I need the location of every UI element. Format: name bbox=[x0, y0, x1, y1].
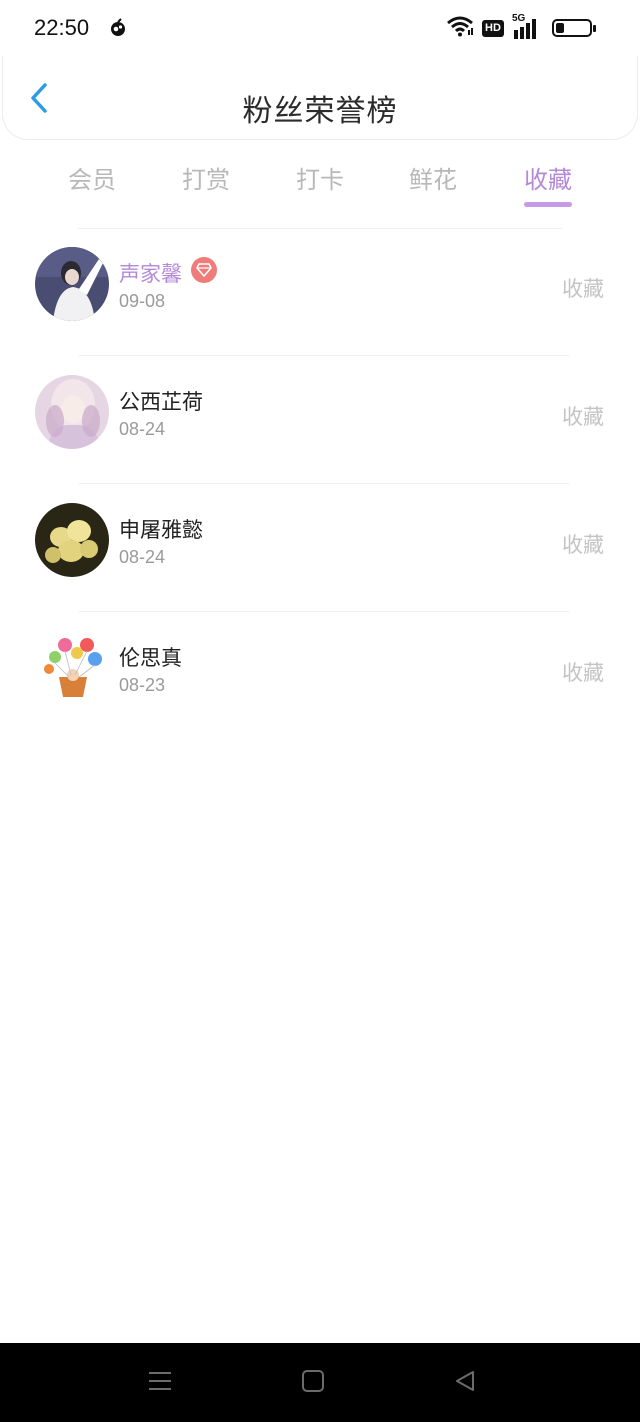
wifi-icon bbox=[446, 15, 474, 41]
list-item[interactable]: 声家馨 09-08 收藏 bbox=[0, 228, 640, 356]
battery-icon bbox=[552, 19, 596, 37]
fan-name: 伦思真 bbox=[119, 646, 182, 670]
list-item[interactable]: 伦思真 08-23 收藏 bbox=[0, 612, 640, 740]
tab-favorites[interactable]: 收藏 bbox=[524, 160, 572, 195]
balloons-basket-avatar bbox=[35, 631, 109, 705]
status-icons: HD 5G bbox=[446, 13, 540, 42]
5g-signal-icon: 5G bbox=[512, 13, 540, 40]
diamond-vip-icon bbox=[191, 257, 217, 283]
back-triangle-icon bbox=[453, 1369, 477, 1397]
fan-date: 08-24 bbox=[119, 419, 166, 439]
fan-name: 公西芷荷 bbox=[119, 390, 203, 414]
menu-button[interactable] bbox=[144, 1367, 176, 1399]
tab-reward[interactable]: 打赏 bbox=[182, 160, 230, 195]
fan-date: 09-08 bbox=[119, 291, 166, 311]
menu-icon bbox=[147, 1370, 173, 1396]
fan-name: 声家馨 bbox=[119, 262, 182, 286]
yellow-flowers-avatar bbox=[35, 503, 109, 577]
app-notification-icon bbox=[108, 18, 128, 38]
favorite-action[interactable]: 收藏 bbox=[562, 401, 604, 431]
tab-flowers[interactable]: 鲜花 bbox=[409, 160, 457, 195]
tab-member[interactable]: 会员 bbox=[68, 160, 116, 195]
header: 粉丝荣誉榜 bbox=[2, 56, 638, 140]
tab-bar: 会员 打赏 打卡 鲜花 收藏 bbox=[0, 150, 640, 210]
favorite-action[interactable]: 收藏 bbox=[562, 657, 604, 687]
favorite-action[interactable]: 收藏 bbox=[562, 273, 604, 303]
favorite-action[interactable]: 收藏 bbox=[562, 529, 604, 559]
fan-name: 申屠雅懿 bbox=[119, 518, 203, 542]
system-nav-bar bbox=[0, 1343, 640, 1422]
list-item[interactable]: 公西芷荷 08-24 收藏 bbox=[0, 356, 640, 484]
page-title: 粉丝荣誉榜 bbox=[242, 94, 398, 129]
status-bar: 22:50 HD 5G bbox=[0, 0, 640, 56]
fan-date: 08-24 bbox=[119, 547, 166, 567]
status-time: 22:50 bbox=[34, 15, 90, 40]
anime-girl-avatar bbox=[35, 375, 109, 449]
home-button[interactable] bbox=[297, 1367, 329, 1399]
back-nav-button[interactable] bbox=[449, 1367, 481, 1399]
home-square-icon bbox=[301, 1369, 325, 1397]
fan-date: 08-23 bbox=[119, 675, 166, 695]
person-photo-avatar bbox=[35, 247, 109, 321]
list-item[interactable]: 申屠雅懿 08-24 收藏 bbox=[0, 484, 640, 612]
tab-checkin[interactable]: 打卡 bbox=[296, 160, 344, 195]
active-tab-indicator bbox=[524, 202, 572, 207]
fan-list: 声家馨 09-08 收藏 公西芷荷 08-24 收藏 申屠雅懿 08-24 收藏… bbox=[0, 228, 640, 740]
hd-icon: HD bbox=[482, 19, 504, 37]
